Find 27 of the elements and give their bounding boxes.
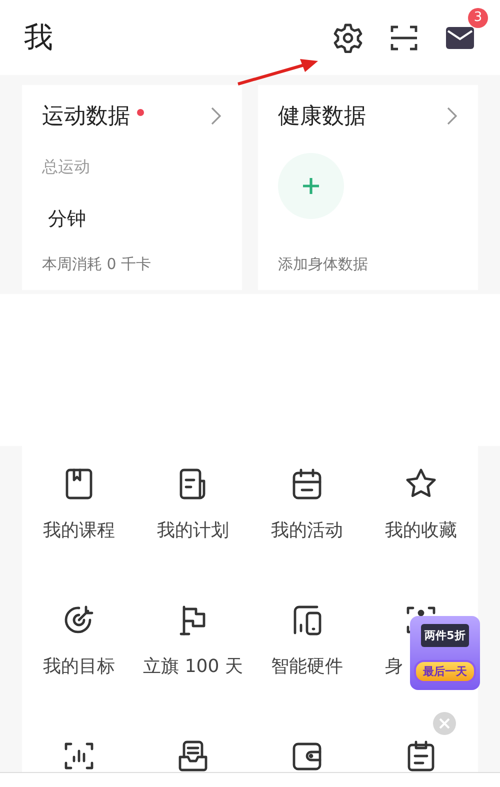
menu-label[interactable]: 我的课程: [43, 518, 115, 542]
menu-label[interactable]: 立旗 100 天: [143, 654, 243, 678]
inbox-icon: [176, 739, 210, 772]
promo-headline: 两件5折: [420, 624, 470, 647]
promo-banner[interactable]: 两件5折 最后一天: [410, 616, 480, 690]
card-title: 健康数据: [278, 103, 366, 131]
data-card[interactable]: 运动数据 总运动 分钟 本周消耗 0 千卡: [22, 85, 242, 290]
promo-button[interactable]: 最后一天: [414, 660, 476, 683]
menu-label[interactable]: 我的目标: [43, 654, 115, 678]
card-footer: 本周消耗 0 千卡: [42, 255, 222, 274]
calendar-icon: [290, 467, 324, 501]
unread-badge: 3: [468, 8, 488, 28]
menu-label[interactable]: 我的活动: [271, 518, 343, 542]
settings-icon[interactable]: [332, 22, 364, 54]
card-title: 运动数据: [42, 103, 130, 131]
menu-label[interactable]: 我的计划: [157, 518, 229, 542]
chevron-icon: [446, 106, 458, 126]
menu-label[interactable]: 智能硬件: [271, 654, 343, 678]
duration-unit: 分钟: [48, 207, 87, 232]
card-subtitle: 总运动: [42, 157, 91, 178]
card-footer: 添加身体数据: [278, 255, 458, 274]
plus-icon: [301, 176, 321, 196]
data-card[interactable]: 健康数据 添加身体数据: [258, 85, 478, 290]
chevron-icon: [210, 106, 222, 126]
menu-label[interactable]: 身: [385, 654, 403, 678]
menu-label[interactable]: 我的收藏: [385, 518, 457, 542]
page-title: 我: [24, 18, 54, 56]
